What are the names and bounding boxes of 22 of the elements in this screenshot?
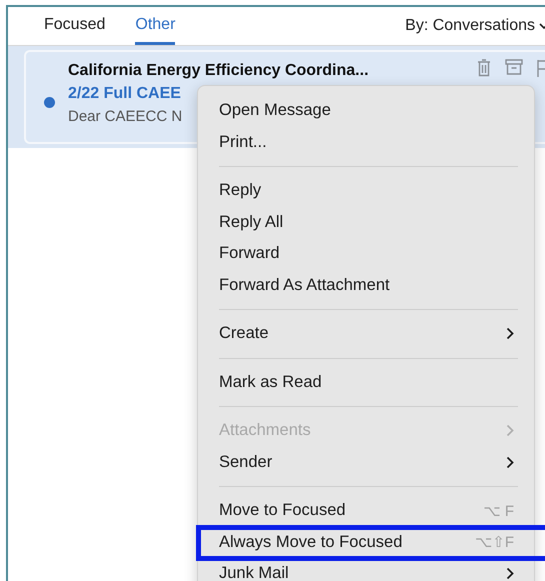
shortcut-label: ⌥⇧F — [474, 533, 514, 552]
message-sender: California Energy Efficiency Coordina... — [68, 62, 369, 80]
message-preview: Dear CAEECC N — [68, 108, 182, 125]
menu-item[interactable]: Sender — [198, 446, 534, 478]
archive-icon[interactable] — [505, 59, 523, 75]
menu-item[interactable]: Forward As Attachment — [198, 270, 534, 301]
menu-item[interactable]: Reply All — [198, 206, 534, 238]
menu-item[interactable]: Move to Focused ⌥ F — [198, 495, 534, 526]
trash-icon[interactable] — [477, 59, 491, 77]
menu-item[interactable]: Open Message — [198, 95, 534, 126]
shortcut-label: ⌥ F — [483, 502, 514, 520]
tab[interactable]: Focused — [44, 7, 106, 45]
menu-item[interactable]: Create — [198, 318, 534, 350]
message-subject: 2/22 Full CAEE — [68, 85, 181, 103]
menu-item[interactable]: Reply — [198, 175, 534, 206]
menu-item[interactable]: Forward — [198, 238, 534, 270]
menu-item[interactable]: Print... — [198, 126, 534, 158]
menu-item[interactable]: Always Move to Focused ⌥⇧F — [198, 526, 534, 558]
menu-item[interactable]: Mark as Read — [198, 366, 534, 398]
sort-dropdown[interactable]: By: Conversations — [405, 17, 545, 35]
menu-item[interactable]: Junk Mail — [198, 558, 534, 581]
flag-icon[interactable] — [537, 59, 545, 77]
